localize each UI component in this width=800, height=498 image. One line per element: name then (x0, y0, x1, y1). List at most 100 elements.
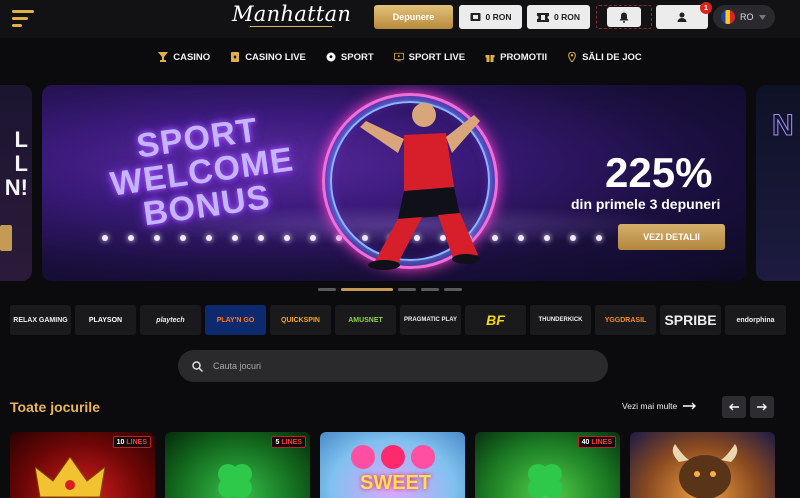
top-header: Manhattan Depunere 0 RON 0 RON 1 RO (0, 0, 800, 38)
logo[interactable]: Manhattan (232, 2, 351, 32)
stadium-light (180, 235, 186, 241)
buffalo-icon (672, 444, 738, 498)
nav-sport-label: SPORT (340, 51, 374, 63)
see-more-link[interactable]: Vezi mai multe (622, 401, 697, 411)
candy-icon (351, 445, 435, 469)
next-slide-text: N (772, 109, 795, 143)
nav-promotii[interactable]: PROMOTII (485, 52, 547, 63)
stadium-light (310, 235, 316, 241)
prev-slide-button (0, 225, 12, 251)
carousel-dot[interactable] (318, 288, 336, 291)
bell-icon (619, 12, 629, 23)
lines-badge: 5 LINES (271, 436, 306, 448)
stadium-light (544, 235, 550, 241)
menu-icon[interactable] (12, 8, 34, 28)
deposit-button[interactable]: Depunere (374, 5, 453, 29)
lines-count: 40 (581, 438, 590, 446)
provider-yggdrasil[interactable]: YGGDRASIL (595, 305, 656, 335)
notification-badge: 1 (700, 2, 712, 14)
game-tile[interactable]: 40 LINES (475, 432, 620, 498)
romania-flag-icon (721, 10, 735, 24)
notifications-button[interactable] (596, 5, 652, 29)
stadium-light (284, 235, 290, 241)
carousel-dot[interactable] (444, 288, 462, 291)
provider-strip: RELAX GAMING PLAYSON playtech PLAY'N GO … (10, 305, 800, 335)
language-code: RO (740, 12, 754, 22)
soccer-ball-icon (326, 52, 336, 62)
carousel-dot-active[interactable] (341, 288, 393, 291)
arrow-right-icon (683, 402, 697, 410)
gift-icon (485, 55, 495, 62)
section-title: Toate jocurile (10, 399, 100, 415)
bonus-value: 0 RON (554, 12, 580, 22)
game-tile[interactable]: SWEET (320, 432, 465, 498)
prev-slide-text-2: L (14, 151, 28, 176)
nav-casino[interactable]: CASINO (158, 52, 210, 63)
prev-slide-text-1: L (14, 127, 28, 152)
clover-icon (218, 464, 252, 498)
carousel-dot[interactable] (398, 288, 416, 291)
main-nav: CASINO CASINO LIVE SPORT SPORT LIVE PROM… (0, 40, 800, 74)
arrow-left-icon (729, 403, 739, 411)
provider-quickspin[interactable]: QUICKSPIN (270, 305, 331, 335)
stadium-light (128, 235, 134, 241)
nav-sali-de-joc-label: SĂLI DE JOC (582, 51, 642, 63)
nav-casino-live-label: CASINO LIVE (245, 51, 306, 63)
bonus-percent: 225% (605, 149, 713, 196)
games-next-button[interactable] (750, 396, 774, 418)
see-more-label: Vezi mai multe (622, 401, 678, 411)
stadium-light (596, 235, 602, 241)
provider-bf[interactable]: BF (465, 305, 526, 335)
promo-banner[interactable]: SPORT WELCOME BONUS 225% din primele 3 d… (42, 85, 746, 281)
search-input[interactable] (213, 361, 593, 371)
stadium-light (154, 235, 160, 241)
game-title: SWEET (360, 472, 432, 494)
search-icon (192, 360, 203, 372)
lines-label: LINES (591, 438, 612, 446)
provider-pragmatic[interactable]: PRAGMATIC PLAY (400, 305, 461, 335)
stadium-light (258, 235, 264, 241)
account-button[interactable]: 1 (656, 2, 712, 29)
carousel-prev-slide[interactable]: L L N! (0, 85, 32, 281)
stadium-light (232, 235, 238, 241)
lines-count: 10 (116, 438, 125, 446)
nav-sport[interactable]: SPORT (326, 52, 374, 63)
user-icon (677, 12, 687, 22)
cocktail-icon (158, 52, 169, 62)
language-selector[interactable]: RO (713, 5, 775, 29)
nav-casino-live[interactable]: CASINO LIVE (230, 52, 306, 63)
carousel-dot[interactable] (421, 288, 439, 291)
game-search-bar[interactable] (178, 350, 608, 382)
provider-amusnet[interactable]: AMUSNET (335, 305, 396, 335)
chevron-down-icon (758, 14, 766, 20)
lines-badge: 10 LINES (112, 436, 151, 448)
see-details-button[interactable]: VEZI DETALII (618, 224, 725, 250)
carousel-next-slide[interactable]: N (756, 85, 800, 281)
balance-button[interactable]: 0 RON (459, 5, 522, 29)
provider-playtech[interactable]: playtech (140, 305, 201, 335)
nav-casino-label: CASINO (173, 51, 211, 63)
balance-value: 0 RON (485, 12, 512, 22)
games-prev-button[interactable] (722, 396, 746, 418)
provider-endorphina[interactable]: endorphina (725, 305, 786, 335)
nav-sali-de-joc[interactable]: SĂLI DE JOC (567, 52, 642, 63)
provider-spribe[interactable]: SPRIBE (660, 305, 721, 335)
game-tile[interactable] (630, 432, 775, 498)
game-tile[interactable]: 10 LINES (10, 432, 155, 498)
provider-playngo[interactable]: PLAY'N GO (205, 305, 266, 335)
provider-thunderkick[interactable]: THUNDERKICK (530, 305, 591, 335)
cards-icon (231, 52, 240, 62)
stadium-light (518, 235, 524, 241)
game-tile[interactable]: 5 LINES (165, 432, 310, 498)
nav-sport-live[interactable]: SPORT LIVE (393, 51, 466, 63)
stadium-light (570, 235, 576, 241)
wallet-icon (470, 13, 480, 21)
lines-label: LINES (126, 438, 147, 446)
provider-playson[interactable]: PLAYSON (75, 305, 136, 335)
bonus-balance-button[interactable]: 0 RON (527, 5, 590, 29)
nav-sport-live-label: SPORT LIVE (408, 51, 466, 63)
carousel-dots (318, 288, 462, 291)
stadium-light (206, 235, 212, 241)
provider-relax[interactable]: RELAX GAMING (10, 305, 71, 335)
nav-promotii-label: PROMOTII (500, 51, 548, 63)
